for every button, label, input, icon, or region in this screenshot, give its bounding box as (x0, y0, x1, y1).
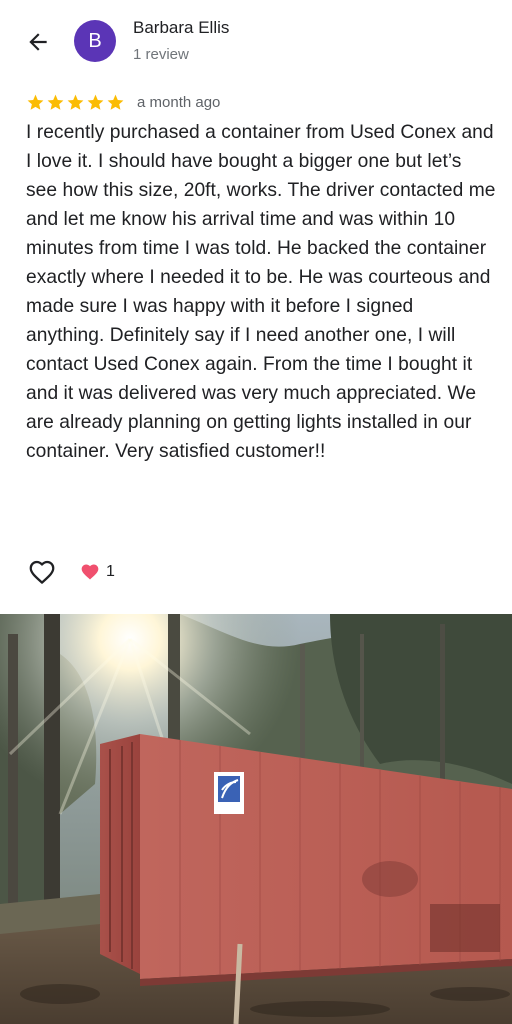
reviewer-name[interactable]: Barbara Ellis (133, 18, 229, 38)
star-icon (107, 94, 124, 110)
review-text: I recently purchased a container from Us… (26, 122, 496, 462)
like-button[interactable] (26, 556, 58, 588)
review-date: a month ago (137, 93, 221, 111)
heart-outline-icon (29, 560, 55, 584)
heart-filled-icon (81, 564, 99, 580)
star-icon (47, 94, 64, 110)
review-header: B Barbara Ellis 1 review (0, 0, 512, 88)
container-photo-image (0, 614, 512, 1024)
reaction-summary[interactable]: 1 (80, 562, 115, 582)
star-icon (67, 94, 84, 110)
star-rating (26, 93, 125, 112)
review-count: 1 review (133, 46, 189, 63)
arrow-left-icon (29, 33, 47, 51)
review-photo[interactable] (0, 614, 512, 1024)
avatar[interactable]: B (74, 20, 116, 62)
star-icon (87, 94, 104, 110)
reaction-count: 1 (106, 563, 115, 580)
back-button[interactable] (20, 24, 56, 60)
rating-row: a month ago (26, 91, 220, 113)
avatar-letter: B (88, 29, 102, 52)
review-actions: 1 (26, 556, 115, 588)
star-icon (27, 94, 44, 110)
